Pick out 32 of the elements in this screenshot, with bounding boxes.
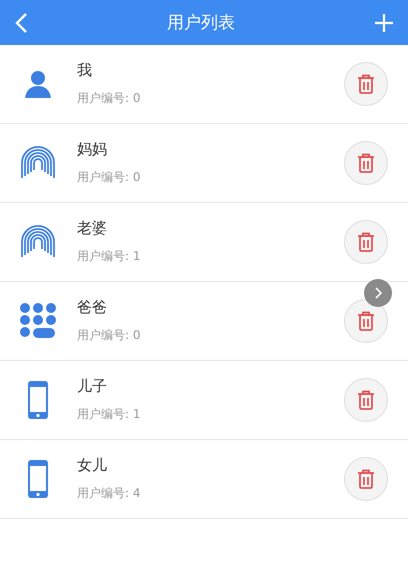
user-name: 我 — [77, 61, 92, 80]
user-name: 爸爸 — [77, 298, 107, 317]
phone-icon — [27, 380, 49, 420]
user-number: 用户编号: 1 — [77, 248, 140, 265]
trash-icon — [357, 232, 375, 252]
delete-button[interactable] — [344, 220, 388, 264]
user-number: 用户编号: 0 — [77, 169, 140, 186]
user-number: 用户编号: 0 — [77, 90, 140, 107]
delete-button[interactable] — [344, 62, 388, 106]
person-icon — [23, 69, 53, 99]
user-name: 女儿 — [77, 456, 107, 475]
add-icon[interactable] — [374, 12, 394, 32]
phone-icon — [27, 459, 49, 499]
delete-button[interactable] — [344, 457, 388, 501]
trash-icon — [357, 469, 375, 489]
trash-icon — [357, 153, 375, 173]
user-name: 老婆 — [77, 219, 107, 238]
trash-icon — [357, 311, 375, 331]
delete-button[interactable] — [344, 299, 388, 343]
user-number: 用户编号: 4 — [77, 485, 140, 502]
trash-icon — [357, 74, 375, 94]
back-icon[interactable] — [14, 12, 28, 34]
header-title: 用户列表 — [167, 12, 235, 34]
delete-button[interactable] — [344, 378, 388, 422]
keypad-icon — [19, 302, 57, 340]
user-number: 用户编号: 0 — [77, 327, 140, 344]
trash-icon — [357, 390, 375, 410]
user-name: 儿子 — [77, 377, 107, 396]
user-number: 用户编号: 1 — [77, 406, 140, 423]
delete-button[interactable] — [344, 141, 388, 185]
next-icon[interactable] — [364, 279, 392, 307]
user-name: 妈妈 — [77, 140, 107, 159]
